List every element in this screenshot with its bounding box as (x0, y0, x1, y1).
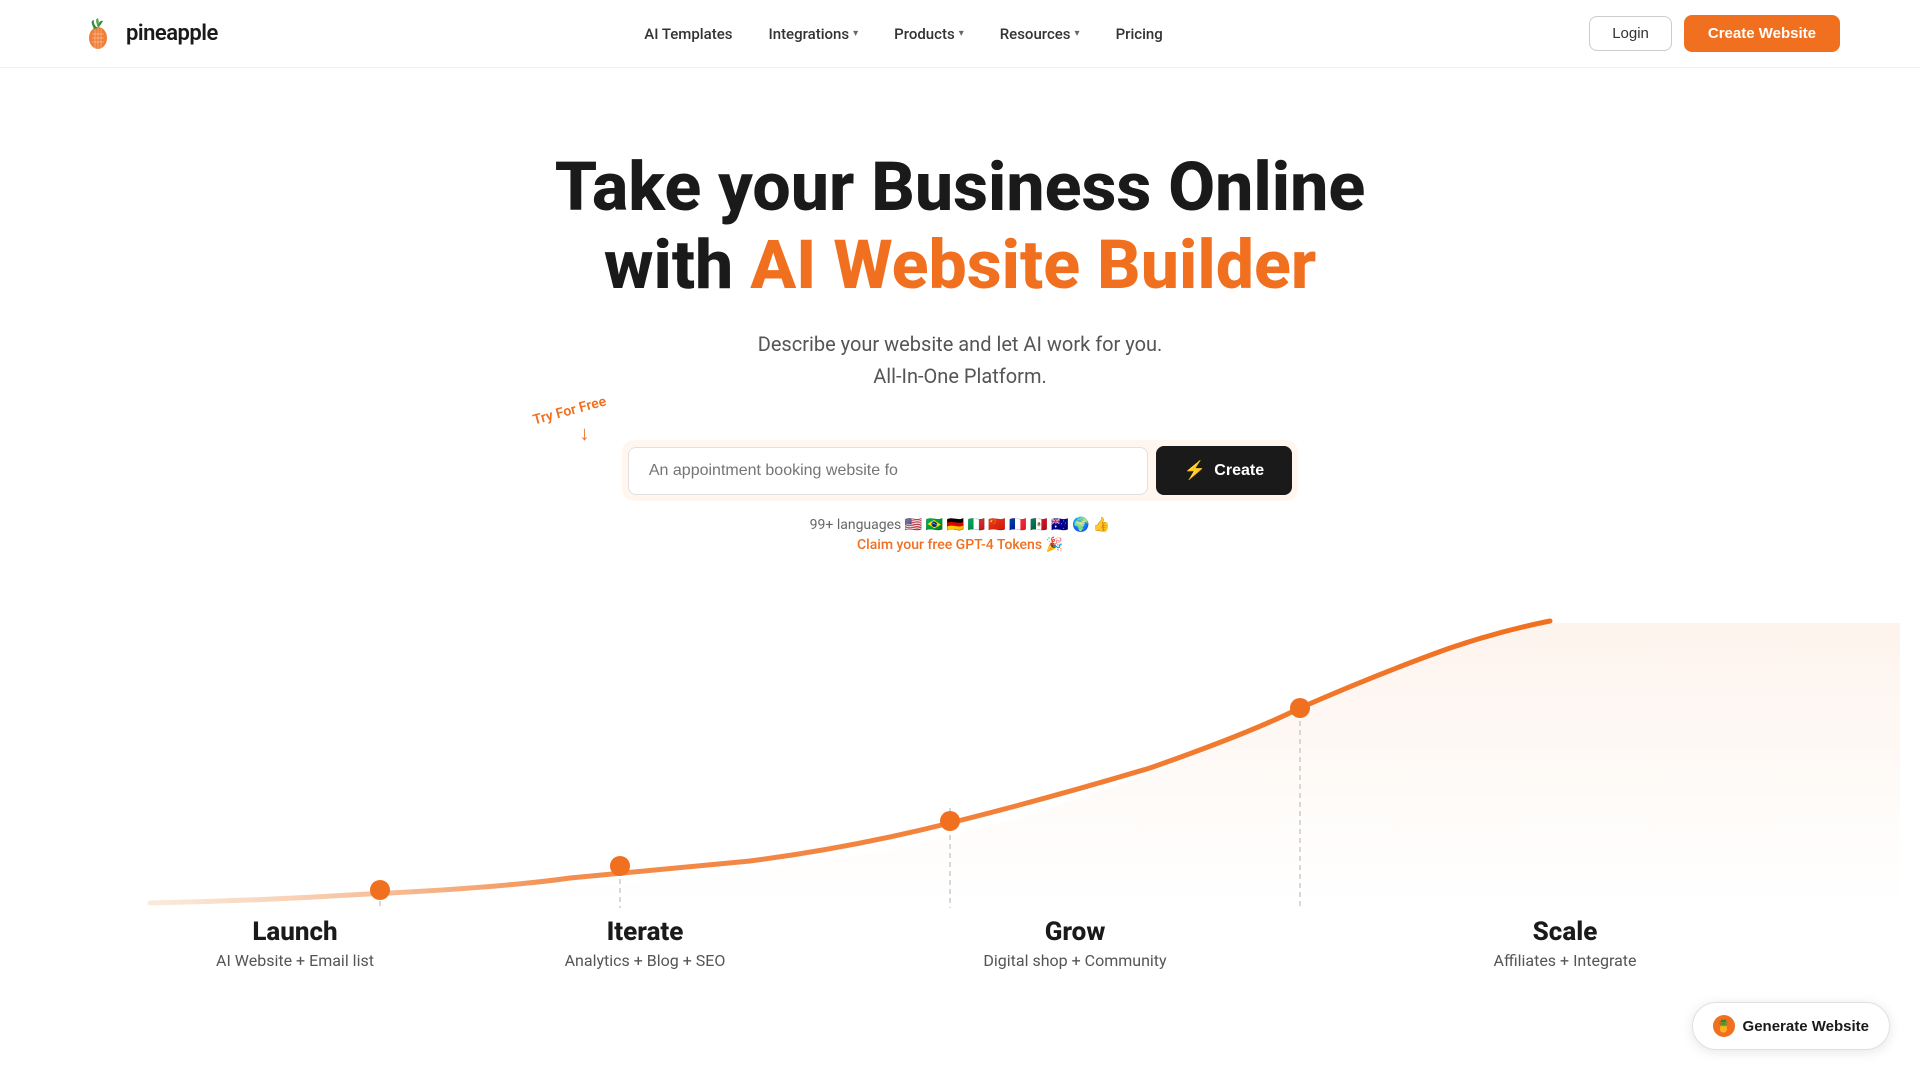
claim-gpt4-link[interactable]: Claim your free GPT-4 Tokens 🎉 (810, 537, 1111, 553)
try-arrow-icon: ↓ (562, 421, 607, 446)
login-button[interactable]: Login (1589, 16, 1672, 51)
nav-item-integrations[interactable]: Integrations ▾ (768, 25, 858, 43)
create-website-button[interactable]: Create Website (1684, 15, 1840, 52)
nav-link-products[interactable]: Products ▾ (894, 25, 964, 43)
chart-dot-grow (940, 811, 960, 831)
chart-label-launch: Launch AI Website + Email list (195, 917, 395, 970)
logo-link[interactable]: pineapple (80, 16, 218, 52)
chart-dot-scale (1290, 698, 1310, 718)
website-description-input[interactable] (628, 447, 1148, 495)
chart-label-iterate: Iterate Analytics + Blog + SEO (545, 917, 745, 970)
nav-links: AI Templates Integrations ▾ Products ▾ R… (644, 25, 1163, 43)
navbar: pineapple AI Templates Integrations ▾ Pr… (0, 0, 1920, 68)
nav-link-integrations[interactable]: Integrations ▾ (768, 25, 858, 43)
logo-icon (80, 16, 116, 52)
hero-section: Take your Business Online with AI Websit… (0, 68, 1920, 993)
search-wrapper: ⚡ Create (622, 440, 1298, 501)
nav-item-resources[interactable]: Resources ▾ (1000, 25, 1080, 43)
chevron-down-icon: ▾ (1075, 28, 1080, 39)
nav-item-products[interactable]: Products ▾ (894, 25, 964, 43)
chart-label-grow: Grow Digital shop + Community (975, 917, 1175, 970)
nav-actions: Login Create Website (1589, 15, 1840, 52)
chart-section: Launch AI Website + Email list Iterate A… (0, 613, 1920, 993)
hero-title: Take your Business Online with AI Websit… (555, 148, 1366, 304)
chart-dot-launch (370, 880, 390, 900)
nav-link-resources[interactable]: Resources ▾ (1000, 25, 1080, 43)
growth-chart (0, 613, 1920, 933)
search-area: Try For Free ↓ ⚡ Create (622, 440, 1298, 501)
floating-pineapple-icon: 🍍 (1713, 1015, 1735, 1037)
languages-row: 99+ languages 🇺🇸 🇧🇷 🇩🇪 🇮🇹 🇨🇳 🇫🇷 🇲🇽 🇦🇺 🌍 … (810, 517, 1111, 553)
chart-dot-iterate (610, 856, 630, 876)
chevron-down-icon: ▾ (853, 28, 858, 39)
nav-item-pricing[interactable]: Pricing (1116, 25, 1163, 43)
nav-link-ai-templates[interactable]: AI Templates (644, 25, 732, 43)
try-for-free-label: Try For Free ↓ (532, 400, 607, 446)
bolt-icon: ⚡ (1184, 460, 1206, 481)
hero-subtitle: Describe your website and let AI work fo… (758, 328, 1163, 392)
nav-item-ai-templates[interactable]: AI Templates (644, 25, 732, 43)
nav-link-pricing[interactable]: Pricing (1116, 25, 1163, 43)
create-button[interactable]: ⚡ Create (1156, 446, 1292, 495)
floating-generate-button[interactable]: 🍍 Generate Website (1692, 1002, 1890, 1050)
logo-text: pineapple (126, 21, 218, 46)
chart-label-scale: Scale Affiliates + Integrate (1465, 917, 1665, 970)
chevron-down-icon: ▾ (959, 28, 964, 39)
